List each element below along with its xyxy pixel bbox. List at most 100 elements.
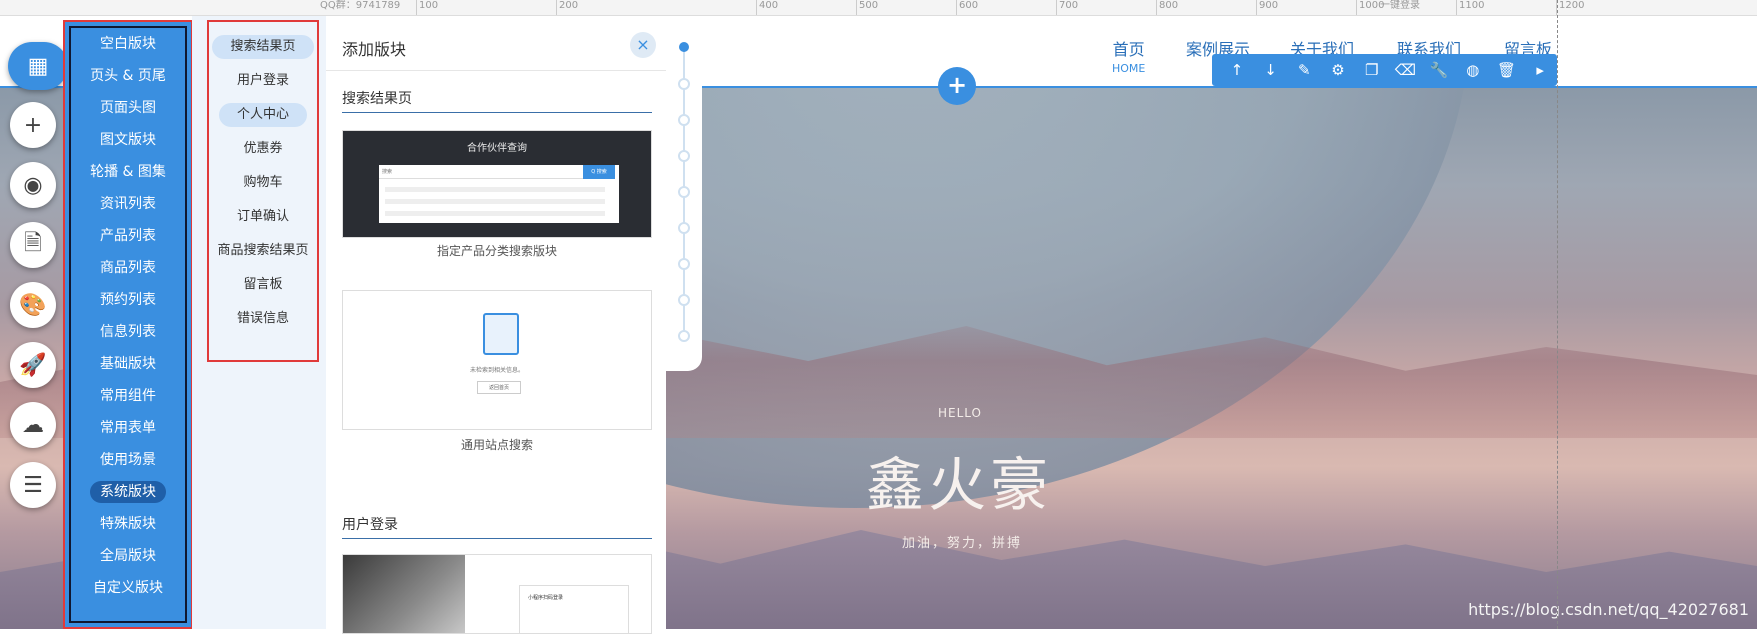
preview-message: 未检索到相关信息。 xyxy=(469,367,524,374)
category-item[interactable]: 资讯列表 xyxy=(71,188,185,220)
scroll-dot[interactable] xyxy=(678,186,690,198)
top-ruler: QQ群：9741789 一键登录 100 200 400 500 600 700… xyxy=(0,0,1757,16)
plus-icon[interactable]: + xyxy=(10,102,56,148)
category-label: 系统版块 xyxy=(90,481,166,503)
subcategory-item[interactable]: 商品搜索结果页 xyxy=(209,234,317,268)
ruler-tick: 1000 xyxy=(1356,0,1384,15)
category-item[interactable]: 全局版块 xyxy=(71,540,185,572)
hero-title: 鑫火豪 xyxy=(866,451,1053,519)
category-list: 空白版块 页头 & 页尾 页面头图 图文版块 轮播 & 图集 资讯列表 产品列表… xyxy=(69,26,187,623)
category-item[interactable]: 页面头图 xyxy=(71,92,185,124)
left-rail: ▦ + ◉ 🗎 🎨 🚀 ☁ ☰ xyxy=(0,40,68,629)
preview-search-button: Q 搜索 xyxy=(583,165,615,179)
section-underline xyxy=(342,112,652,113)
preview-photo xyxy=(343,555,465,633)
panel-title: 添加版块 xyxy=(342,40,407,59)
scroll-dot[interactable] xyxy=(678,150,690,162)
category-item[interactable]: 基础版块 xyxy=(71,348,185,380)
block-toolbar: ↑ ↓ ✎ ⚙ ❐ ⌫ 🔧 ◍ 🗑 ▸ xyxy=(1212,54,1557,86)
palette-icon[interactable]: 🎨 xyxy=(10,282,56,328)
eye-icon[interactable]: ◉ xyxy=(10,162,56,208)
panel-divider xyxy=(326,70,666,71)
scroll-dot[interactable] xyxy=(678,294,690,306)
card-caption: 通用站点搜索 xyxy=(460,438,533,452)
document-search-icon xyxy=(483,313,519,355)
caret-right-icon[interactable]: ▸ xyxy=(1523,54,1557,86)
subcategory-item[interactable]: 优惠券 xyxy=(209,132,317,166)
gear-icon[interactable]: ⚙ xyxy=(1321,54,1355,86)
ruler-tick: 1100 xyxy=(1456,0,1484,15)
ruler-tick: 600 xyxy=(956,0,978,15)
trash-icon[interactable]: 🗑 xyxy=(1490,54,1524,86)
add-block-button[interactable]: + xyxy=(938,67,976,105)
ruler-left-text: QQ群：9741789 xyxy=(320,0,401,11)
category-panel: 空白版块 页头 & 页尾 页面头图 图文版块 轮播 & 图集 资讯列表 产品列表… xyxy=(63,20,193,629)
category-item[interactable]: 自定义版块 xyxy=(71,572,185,604)
card-caption: 指定产品分类搜索版块 xyxy=(436,244,557,258)
category-item[interactable]: 空白版块 xyxy=(71,28,185,60)
category-item[interactable]: 预约列表 xyxy=(71,284,185,316)
close-icon[interactable]: × xyxy=(630,32,656,58)
category-item[interactable]: 商品列表 xyxy=(71,252,185,284)
preview-back-button: 返回首页 xyxy=(477,381,521,394)
category-item[interactable]: 常用表单 xyxy=(71,412,185,444)
scroll-dot-active[interactable] xyxy=(679,42,689,52)
ruler-tick: 800 xyxy=(1156,0,1178,15)
arrow-up-icon[interactable]: ↑ xyxy=(1220,54,1254,86)
scroll-dot[interactable] xyxy=(678,222,690,234)
subcategory-item[interactable]: 错误信息 xyxy=(209,302,317,336)
section-title: 用户登录 xyxy=(342,517,398,533)
page-settings-icon[interactable]: 🗎 xyxy=(10,222,56,268)
ruler-right-text[interactable]: 一键登录 xyxy=(1380,0,1420,11)
sliders-icon[interactable]: ☰ xyxy=(10,462,56,508)
scroll-dot[interactable] xyxy=(678,114,690,126)
category-item[interactable]: 产品列表 xyxy=(71,220,185,252)
block-preview-card[interactable]: 合作伙伴查询 搜索 Q 搜索 xyxy=(342,130,652,238)
subcategory-item-selected[interactable]: 搜索结果页 xyxy=(209,30,317,64)
preview-line xyxy=(385,199,605,204)
category-item[interactable]: 轮播 & 图集 xyxy=(71,156,185,188)
subcategory-label: 搜索结果页 xyxy=(212,35,314,59)
subcategory-item-hover[interactable]: 个人中心 xyxy=(209,98,317,132)
ruler-tick: 500 xyxy=(856,0,878,15)
category-item[interactable]: 常用组件 xyxy=(71,380,185,412)
cloud-upload-icon[interactable]: ☁ xyxy=(10,402,56,448)
rocket-icon[interactable]: 🚀 xyxy=(10,342,56,388)
ruler-tick: 400 xyxy=(756,0,778,15)
category-item[interactable]: 使用场景 xyxy=(71,444,185,476)
scroll-dot[interactable] xyxy=(678,330,690,342)
subcategory-item[interactable]: 用户登录 xyxy=(209,64,317,98)
wrench-icon[interactable]: 🔧 xyxy=(1422,54,1456,86)
subcategory-list: 搜索结果页 用户登录 个人中心 优惠券 购物车 订单确认 商品搜索结果页 留言板… xyxy=(207,20,319,362)
scroll-indicator xyxy=(666,16,702,371)
nav-item-home[interactable]: 首页 HOME xyxy=(1112,36,1145,75)
grid-icon[interactable]: ▦ xyxy=(8,42,68,90)
block-preview-card[interactable]: 未检索到相关信息。 返回首页 xyxy=(342,290,652,430)
preview-line xyxy=(385,211,605,216)
brush-icon[interactable]: ✎ xyxy=(1287,54,1321,86)
preview-input: 搜索 xyxy=(379,165,583,179)
guide-line xyxy=(1557,0,1558,629)
preview-line xyxy=(385,187,605,192)
globe-icon[interactable]: ◍ xyxy=(1456,54,1490,86)
arrow-down-icon[interactable]: ↓ xyxy=(1254,54,1288,86)
eraser-icon[interactable]: ⌫ xyxy=(1389,54,1423,86)
watermark: https://blog.csdn.net/qq_42027681 xyxy=(1468,600,1749,619)
category-item[interactable]: 图文版块 xyxy=(71,124,185,156)
subcategory-item[interactable]: 留言板 xyxy=(209,268,317,302)
category-item-selected[interactable]: 系统版块 xyxy=(71,476,185,508)
subcategory-item[interactable]: 购物车 xyxy=(209,166,317,200)
ruler-tick: 700 xyxy=(1056,0,1078,15)
nav-sublabel: HOME xyxy=(1112,62,1146,75)
ruler-tick: 200 xyxy=(556,0,578,15)
subcategory-item[interactable]: 订单确认 xyxy=(209,200,317,234)
category-item[interactable]: 信息列表 xyxy=(71,316,185,348)
nav-label: 首页 xyxy=(1112,40,1145,59)
add-block-panel: 添加版块 × 搜索结果页 合作伙伴查询 搜索 Q 搜索 指定产品分类搜索版块 未… xyxy=(326,16,666,634)
scroll-dot[interactable] xyxy=(678,258,690,270)
copy-icon[interactable]: ❐ xyxy=(1355,54,1389,86)
block-preview-card[interactable]: 小程序扫码登录 xyxy=(342,554,652,634)
category-item[interactable]: 特殊版块 xyxy=(71,508,185,540)
category-item[interactable]: 页头 & 页尾 xyxy=(71,60,185,92)
scroll-dot[interactable] xyxy=(678,78,690,90)
